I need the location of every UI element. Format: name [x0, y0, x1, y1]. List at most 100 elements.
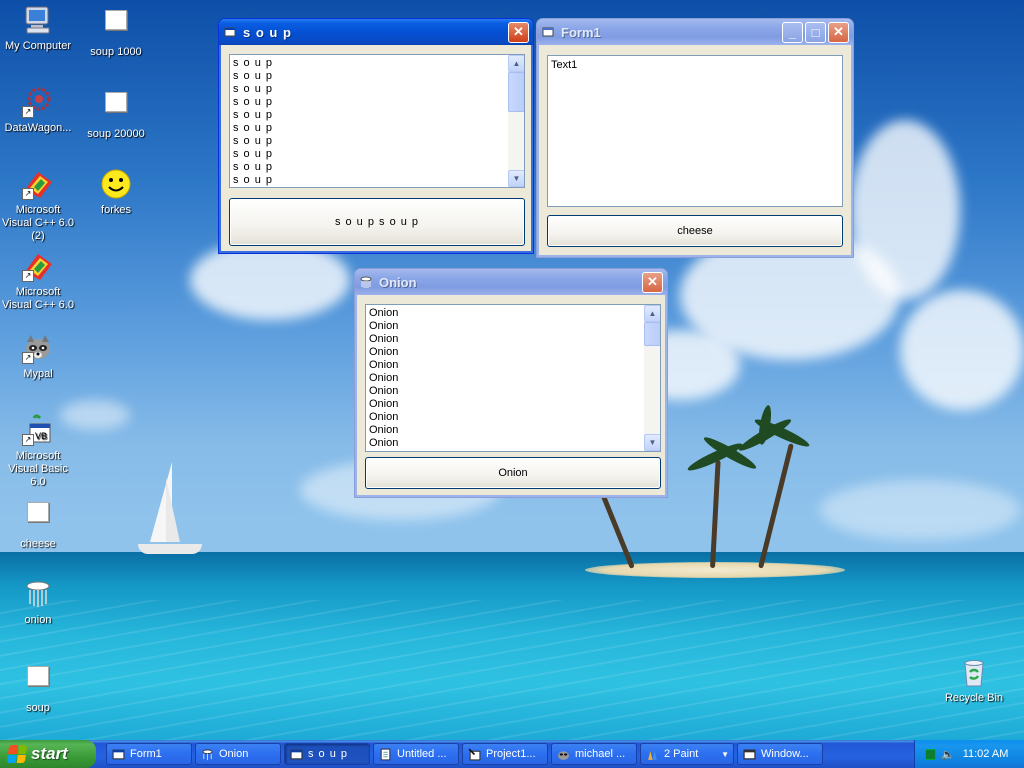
- sailboat-jib: [166, 478, 180, 542]
- close-icon: ✕: [833, 24, 844, 39]
- desktop-icon-visual-cpp-2[interactable]: ↗ Microsoft Visual C++ 6.0 (2): [0, 168, 76, 243]
- desktop-icon-label: Microsoft Visual C++ 6.0 (2): [2, 204, 74, 242]
- list-item[interactable]: s o u p: [233, 148, 521, 161]
- titlebar[interactable]: Form1 _ □ ✕: [537, 19, 853, 45]
- system-tray: 🔈 11:02 AM: [914, 740, 1024, 768]
- windows-logo-icon: [6, 745, 28, 763]
- list-item[interactable]: s o u p: [233, 174, 521, 187]
- group-dropdown-icon[interactable]: ▼: [721, 750, 729, 759]
- vertical-scrollbar[interactable]: ▲ ▼: [644, 305, 660, 451]
- soup-listbox[interactable]: s o u ps o u ps o u ps o u ps o u ps o u…: [229, 54, 525, 188]
- close-icon: ✕: [647, 274, 658, 289]
- clock[interactable]: 11:02 AM: [963, 748, 1009, 760]
- raccoon-icon: [558, 750, 569, 760]
- desktop-icon-visual-basic[interactable]: VB ↗ Microsoft Visual Basic 6.0: [0, 414, 76, 489]
- desktop-icon-label: cheese: [20, 538, 56, 550]
- taskbar-item-soup[interactable]: s o u p: [284, 743, 370, 765]
- scroll-up-arrow[interactable]: ▲: [508, 55, 524, 72]
- close-button[interactable]: ✕: [508, 21, 529, 43]
- list-item[interactable]: Onion: [369, 320, 657, 333]
- scroll-down-arrow[interactable]: ▼: [508, 170, 524, 187]
- taskbar-item-michael[interactable]: michael ...: [551, 743, 637, 765]
- list-item[interactable]: Onion: [369, 398, 657, 411]
- maximize-button[interactable]: □: [805, 21, 826, 43]
- vb-form-icon: [223, 25, 237, 39]
- network-icon[interactable]: [925, 748, 936, 760]
- taskbar-item-window[interactable]: Window...: [737, 743, 823, 765]
- soupsoup-button[interactable]: s o u p s o u p: [229, 198, 525, 246]
- taskbar-item-project1[interactable]: Project1...: [462, 743, 548, 765]
- text1-textbox[interactable]: Text1: [547, 55, 843, 207]
- list-item[interactable]: Onion: [369, 346, 657, 359]
- volume-icon[interactable]: 🔈: [941, 748, 955, 761]
- titlebar[interactable]: s o u p ✕: [219, 19, 533, 45]
- taskbar-item-onion[interactable]: Onion: [195, 743, 281, 765]
- desktop-icon-recycle-bin[interactable]: Recycle Bin: [936, 656, 1012, 705]
- file-icon: [22, 666, 54, 698]
- list-item[interactable]: Onion: [369, 437, 657, 450]
- list-item[interactable]: Onion: [369, 411, 657, 424]
- taskbar-item-untitled[interactable]: Untitled ...: [373, 743, 459, 765]
- task-label: 2 Paint: [664, 748, 699, 760]
- list-item[interactable]: Onion: [369, 372, 657, 385]
- desktop-icon-my-computer[interactable]: My Computer: [0, 4, 76, 53]
- task-label: Window...: [761, 748, 809, 760]
- desktop-icon-mypal[interactable]: ↗ Mypal: [0, 332, 76, 381]
- window-title: s o u p: [243, 24, 292, 40]
- desktop-icon-soup[interactable]: soup: [0, 660, 76, 715]
- scroll-down-arrow[interactable]: ▼: [644, 434, 660, 451]
- minimize-icon: _: [788, 24, 797, 40]
- vertical-scrollbar[interactable]: ▲ ▼: [508, 55, 524, 187]
- scroll-up-arrow[interactable]: ▲: [644, 305, 660, 322]
- list-item[interactable]: s o u p: [233, 83, 521, 96]
- desktop-icon-soup-20000[interactable]: soup 20000: [78, 86, 154, 141]
- start-button[interactable]: start: [0, 740, 96, 768]
- list-item[interactable]: s o u p: [233, 70, 521, 83]
- desktop-icon-onion[interactable]: onion: [0, 578, 76, 627]
- list-item[interactable]: s o u p: [233, 96, 521, 109]
- onion-listbox[interactable]: Onion Onion Onion Onion Onion Onion Onion Onion…: [365, 304, 661, 452]
- close-icon: ✕: [513, 24, 524, 39]
- list-item[interactable]: Onion: [369, 307, 657, 320]
- list-item[interactable]: s o u p: [233, 109, 521, 122]
- desktop-icon-label: Recycle Bin: [944, 692, 1004, 704]
- taskbar-buttons: Form1 Onion s o u p Untitled ... Project…: [106, 743, 826, 765]
- onion-button[interactable]: Onion: [365, 457, 661, 489]
- list-item[interactable]: s o u p: [233, 161, 521, 174]
- list-item[interactable]: s o u p: [233, 57, 521, 70]
- desktop-icon-datawagon[interactable]: ↗ DataWagon...: [0, 86, 76, 135]
- desktop-icon-label: DataWagon...: [4, 122, 72, 134]
- sailboat-hull: [138, 544, 202, 554]
- cloud: [820, 480, 1020, 540]
- desktop-icon-forkes[interactable]: forkes: [78, 168, 154, 217]
- close-button[interactable]: ✕: [642, 271, 663, 293]
- window-soup: s o u p ✕ s o u ps o u ps o u ps o u ps …: [218, 18, 534, 254]
- cheese-button[interactable]: cheese: [547, 215, 843, 247]
- paint-icon: [648, 749, 657, 760]
- smiley-icon: [100, 168, 132, 200]
- window-form1: Form1 _ □ ✕ Text1 cheese: [536, 18, 854, 258]
- vb-form-icon: [290, 749, 303, 759]
- desktop-icon-label: My Computer: [4, 40, 72, 52]
- titlebar[interactable]: Onion ✕: [355, 269, 667, 295]
- desktop-icon-cheese[interactable]: cheese: [0, 496, 76, 551]
- task-label: s o u p: [308, 748, 349, 760]
- recycle-bin-icon: [958, 656, 990, 688]
- list-item[interactable]: Onion: [369, 359, 657, 372]
- task-label: Onion: [219, 748, 249, 760]
- desktop-icon-soup-1000[interactable]: soup 1000: [78, 4, 154, 59]
- minimize-button[interactable]: _: [782, 21, 803, 43]
- visual-cpp-icon: ↗: [22, 168, 54, 200]
- scroll-thumb[interactable]: [644, 322, 660, 346]
- close-button[interactable]: ✕: [828, 21, 849, 43]
- list-item[interactable]: Onion: [369, 424, 657, 437]
- list-item[interactable]: Onion: [369, 333, 657, 346]
- window-onion: Onion ✕ Onion Onion Onion Onion Onion Onion On…: [354, 268, 668, 498]
- taskbar-item-paint[interactable]: 2 Paint ▼: [640, 743, 734, 765]
- taskbar-item-form1[interactable]: Form1: [106, 743, 192, 765]
- list-item[interactable]: Onion: [369, 385, 657, 398]
- list-item[interactable]: s o u p: [233, 122, 521, 135]
- list-item[interactable]: s o u p: [233, 135, 521, 148]
- scroll-thumb[interactable]: [508, 72, 524, 112]
- desktop-icon-visual-cpp[interactable]: ↗ Microsoft Visual C++ 6.0: [0, 250, 76, 312]
